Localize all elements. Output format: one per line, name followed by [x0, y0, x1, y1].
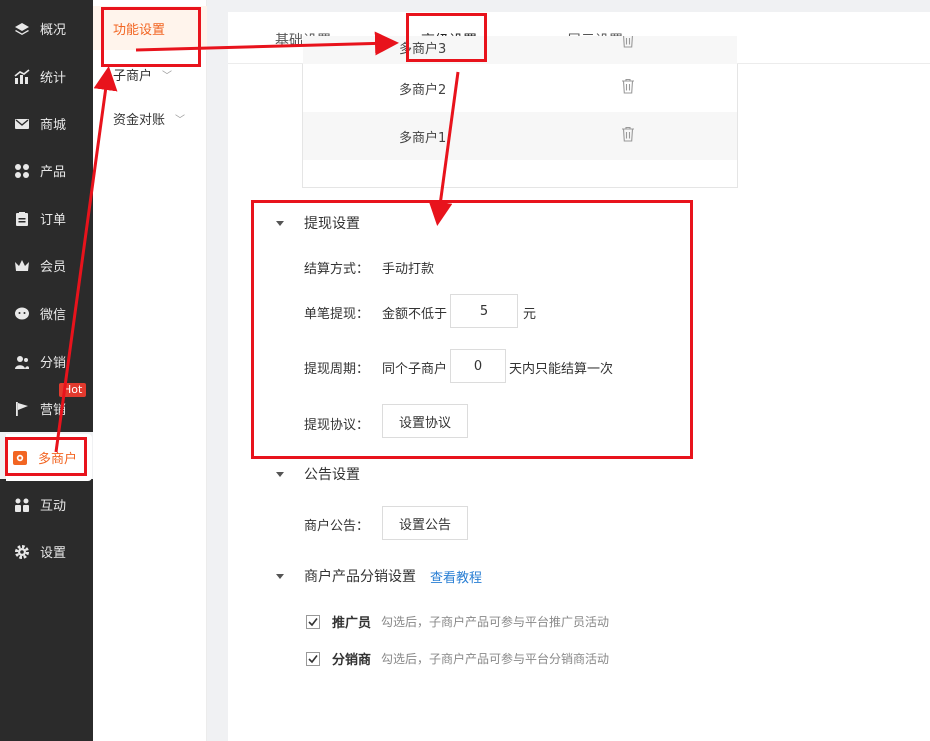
promoter-option: 推广员 勾选后，子商户产品可参与平台推广员活动 [306, 612, 609, 631]
sidebar-item-label: 分销 [40, 356, 67, 371]
subnav-item-fund-reconciliation[interactable]: 资金对账 ﹀ [93, 96, 207, 140]
trash-icon[interactable] [621, 36, 635, 52]
wechat-icon [14, 306, 30, 322]
annotation-box-advanced-tab [406, 13, 487, 62]
option-label: 分销商 [332, 653, 372, 668]
merchant-list: 多商户3 多商户2 多商户1 [302, 36, 738, 188]
main-sidebar: 概况 统计 商城 产品 订单 会员 微信 分销 营销 Hot 多商户 互动 设置 [0, 0, 93, 741]
merchant-name: 多商户1 [399, 130, 447, 146]
sidebar-item-members[interactable]: 会员 [0, 242, 93, 289]
sidebar-item-label: 营销 [40, 403, 67, 418]
caret-down-icon [276, 573, 284, 579]
chevron-down-icon: ﹀ [175, 114, 186, 126]
table-row: 多商户1 [303, 112, 737, 160]
section-title: 公告设置 [304, 467, 360, 483]
option-label: 推广员 [332, 616, 372, 631]
sidebar-item-label: 设置 [40, 546, 67, 561]
gear-icon [14, 544, 30, 560]
flag-icon [14, 401, 30, 417]
sidebar-item-overview[interactable]: 概况 [0, 5, 93, 52]
merchant-name: 多商户2 [399, 82, 447, 98]
annotation-box-multi-merchant [5, 437, 87, 476]
annotation-box-withdraw-section [251, 200, 693, 459]
sidebar-item-label: 互动 [40, 499, 67, 514]
set-notice-button[interactable]: 设置公告 [382, 506, 469, 540]
section-title: 商户产品分销设置 [304, 569, 416, 585]
distribution-section-header[interactable]: 商户产品分销设置 查看教程 [276, 566, 482, 586]
caret-down-icon [276, 471, 284, 477]
sidebar-item-distribution[interactable]: 分销 [0, 338, 93, 385]
trash-icon[interactable] [621, 78, 635, 98]
distributor-checkbox[interactable] [306, 651, 320, 666]
annotation-box-function-settings [101, 7, 201, 67]
sidebar-item-products[interactable]: 产品 [0, 147, 93, 194]
notice-section-header[interactable]: 公告设置 [276, 464, 360, 484]
chevron-down-icon: ﹀ [162, 70, 173, 82]
sidebar-item-interaction[interactable]: 互动 [0, 481, 93, 528]
option-hint: 勾选后，子商户产品可参与平台推广员活动 [381, 615, 610, 629]
subnav-item-label: 子商户 [113, 68, 153, 84]
mail-icon [14, 116, 30, 132]
sidebar-item-label: 会员 [40, 260, 67, 275]
trash-icon[interactable] [621, 126, 635, 146]
distributor-option: 分销商 勾选后，子商户产品可参与平台分销商活动 [306, 649, 609, 668]
option-hint: 勾选后，子商户产品可参与平台分销商活动 [381, 652, 610, 666]
tutorial-link[interactable]: 查看教程 [430, 567, 482, 586]
order-icon [14, 211, 30, 227]
table-row: 多商户2 [303, 64, 737, 112]
sidebar-item-label: 产品 [40, 165, 67, 180]
sidebar-item-label: 微信 [40, 308, 67, 323]
sidebar-item-label: 概况 [40, 23, 67, 38]
sidebar-item-label: 统计 [40, 71, 67, 86]
hot-badge: Hot [59, 383, 87, 397]
table-row: 多商户3 [303, 36, 737, 64]
sidebar-item-wechat[interactable]: 微信 [0, 290, 93, 337]
interact-icon [14, 497, 30, 513]
grid-icon [14, 163, 30, 179]
users-icon [14, 354, 30, 370]
sub-navigation: 功能设置 子商户 ﹀ 资金对账 ﹀ [93, 0, 207, 741]
merchant-notice-label: 商户公告： [304, 519, 370, 534]
sidebar-item-stats[interactable]: 统计 [0, 53, 93, 100]
crown-icon [14, 258, 30, 274]
sidebar-item-label: 商城 [40, 118, 67, 133]
subnav-item-label: 资金对账 [113, 112, 166, 128]
sidebar-item-orders[interactable]: 订单 [0, 195, 93, 242]
promoter-checkbox[interactable] [306, 614, 320, 629]
sidebar-item-settings[interactable]: 设置 [0, 528, 93, 575]
sidebar-item-label: 订单 [40, 213, 67, 228]
bar-chart-icon [14, 68, 30, 85]
layers-icon [14, 21, 30, 37]
sidebar-item-mall[interactable]: 商城 [0, 100, 93, 147]
